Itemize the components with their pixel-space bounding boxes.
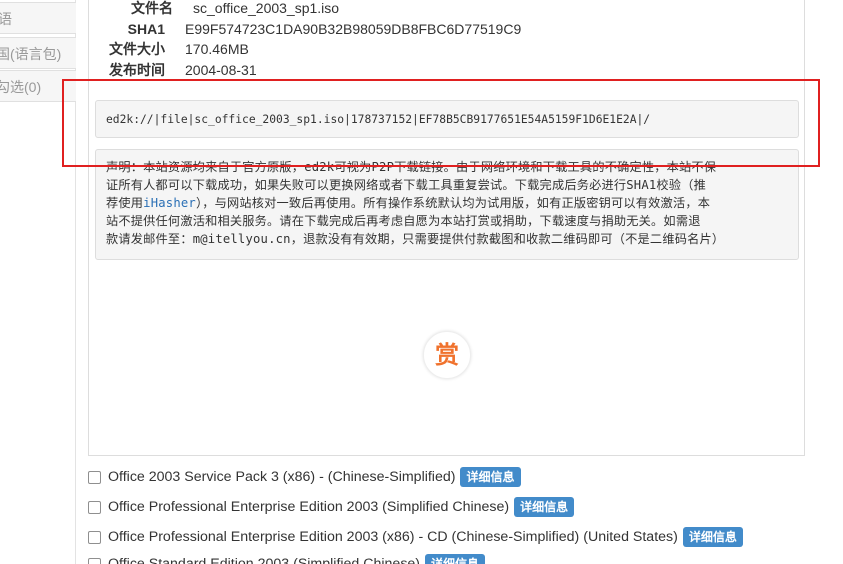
product-label[interactable]: Office Professional Enterprise Edition 2…	[108, 499, 509, 515]
ed2k-link-box[interactable]: ed2k://|file|sc_office_2003_sp1.iso|1787…	[95, 100, 799, 138]
disclaimer-notice: 声明：本站资源均来自于官方原版，ed2k可视为P2P下载链接。由于网络环境和下载…	[95, 149, 799, 260]
info-label: SHA1	[127, 21, 165, 37]
product-checkbox[interactable]	[88, 530, 101, 544]
info-value: 2004-08-31	[185, 62, 257, 78]
product-checkbox[interactable]	[88, 500, 101, 514]
notice-line: 款请发邮件至：m@itellyou.cn，退款没有有效期，只需要提供付款截图和收…	[106, 232, 725, 246]
product-checkbox[interactable]	[88, 470, 101, 484]
details-button[interactable]: 详细信息	[682, 527, 743, 547]
list-item: Office 2003 Service Pack 3 (x86) - (Chin…	[88, 466, 521, 488]
info-value: E99F574723C1DA90B32B98059DB8FBC6D77519C9	[185, 21, 522, 37]
sidebar-item-label: 语	[0, 3, 12, 33]
sidebar-item-selected-count[interactable]: 勾选(0)	[0, 70, 76, 102]
details-button[interactable]: 详细信息	[425, 554, 486, 564]
details-button[interactable]: 详细信息	[460, 467, 521, 487]
ihasher-link[interactable]: iHasher	[143, 196, 196, 210]
product-label[interactable]: Office 2003 Service Pack 3 (x86) - (Chin…	[108, 469, 455, 485]
sidebar-item-language-pack[interactable]: 国(语言包)	[0, 37, 76, 69]
reward-button[interactable]: 赏	[423, 331, 471, 379]
list-item: Office Professional Enterprise Edition 2…	[88, 496, 575, 518]
details-button[interactable]: 详细信息	[514, 497, 575, 517]
info-value: sc_office_2003_sp1.iso	[193, 0, 340, 16]
info-value: 170.46MB	[185, 41, 249, 57]
product-label[interactable]: Office Professional Enterprise Edition 2…	[108, 529, 678, 545]
sidebar-item-label: 勾选(0)	[0, 79, 42, 95]
file-detail-panel: 文件名 sc_office_2003_sp1.iso SHA1 E99F5747…	[88, 0, 805, 456]
notice-line: 荐使用iHasher），与网站核对一致后再使用。所有操作系统默认均为试用版，如有…	[106, 194, 788, 212]
sidebar-item-language[interactable]: 语	[0, 2, 76, 34]
notice-line: 站不提供任何激活和相关服务。请在下载完成后再考虑自愿为本站打赏或捐助，下载速度与…	[106, 214, 701, 228]
notice-text: ），与网站核对一致后再使用。所有操作系统默认均为试用版，如有正版密钥可以有效激活…	[195, 196, 711, 210]
sidebar-item-label: 国(语言包)	[0, 46, 62, 62]
info-label: 发布时间	[109, 62, 165, 78]
notice-text: 荐使用	[106, 196, 144, 210]
product-checkbox[interactable]	[88, 557, 101, 564]
info-label: 文件名	[131, 0, 173, 16]
ed2k-link-text[interactable]: ed2k://|file|sc_office_2003_sp1.iso|1787…	[106, 113, 650, 126]
product-label[interactable]: Office Standard Edition 2003 (Simplified…	[108, 556, 420, 564]
sidebar: 语 国(语言包) 勾选(0)	[0, 0, 76, 564]
list-item: Office Professional Enterprise Edition 2…	[88, 526, 743, 548]
list-item: Office Standard Edition 2003 (Simplified…	[88, 553, 486, 564]
notice-line: 声明：本站资源均来自于官方原版，ed2k可视为P2P下载链接。由于网络环境和下载…	[106, 160, 717, 174]
info-label: 文件大小	[109, 41, 165, 57]
notice-line: 证所有人都可以下载成功，如果失败可以更换网络或者下载工具重复尝试。下载完成后务必…	[106, 178, 706, 192]
